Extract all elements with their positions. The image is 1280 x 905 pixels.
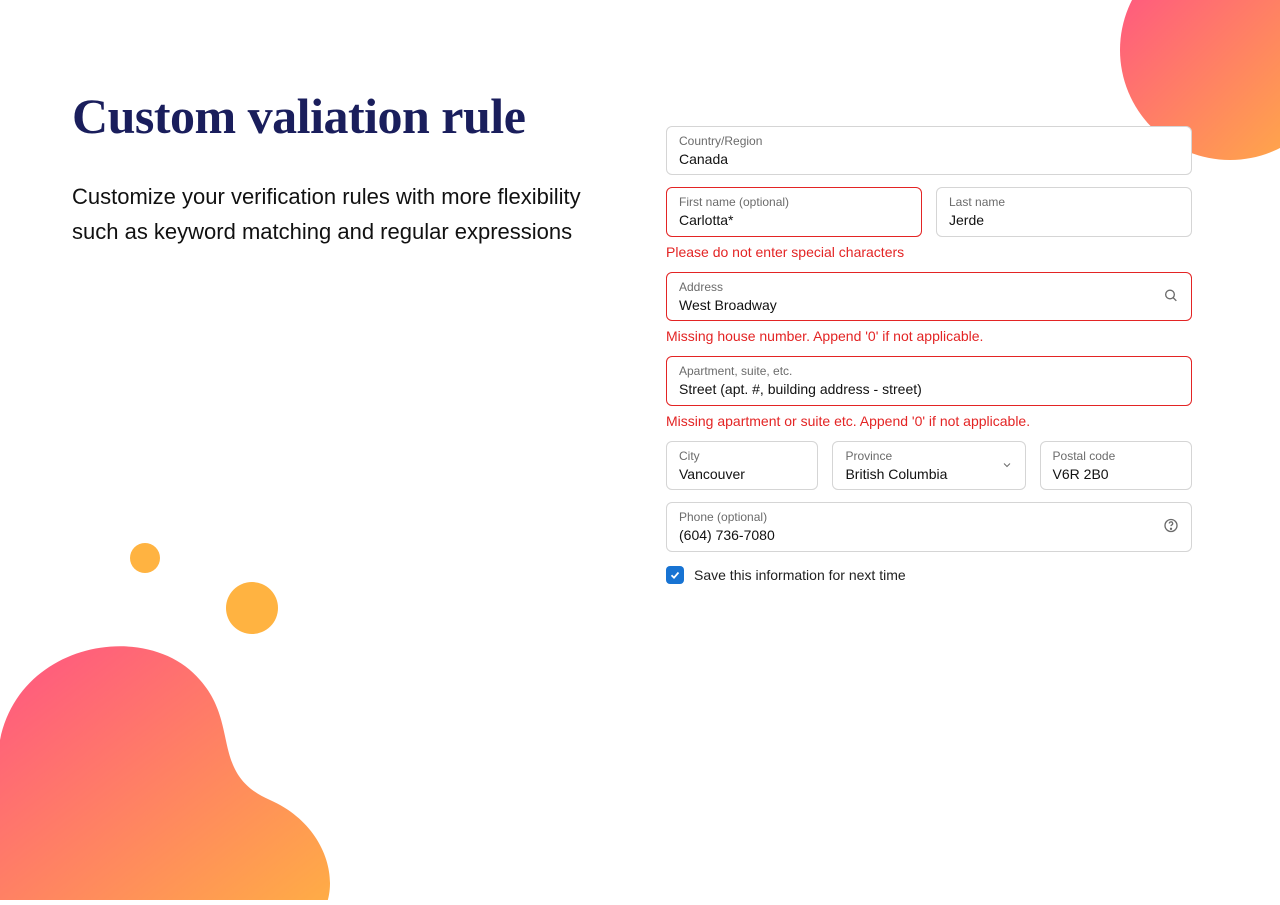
save-info-label: Save this information for next time [694,567,906,583]
country-label: Country/Region [679,134,1179,150]
phone-value: (604) 736-7080 [679,526,1151,545]
apartment-value: Street (apt. #, building address - stree… [679,380,1179,399]
province-field[interactable]: Province British Columbia [832,441,1025,490]
save-info-row[interactable]: Save this information for next time [666,566,1192,584]
city-label: City [679,449,805,465]
decorative-blob-bottom-left [0,520,400,900]
last-name-label: Last name [949,195,1179,211]
address-field[interactable]: Address West Broadway [666,272,1192,321]
address-error: Missing house number. Append '0' if not … [666,328,1192,344]
city-field[interactable]: City Vancouver [666,441,818,490]
first-name-label: First name (optional) [679,195,909,211]
apartment-field[interactable]: Apartment, suite, etc. Street (apt. #, b… [666,356,1192,405]
save-info-checkbox[interactable] [666,566,684,584]
apartment-label: Apartment, suite, etc. [679,364,1179,380]
search-icon[interactable] [1163,287,1179,306]
city-value: Vancouver [679,465,805,484]
page-title: Custom valiation rule [72,90,592,143]
first-name-error: Please do not enter special characters [666,244,1192,260]
first-name-value: Carlotta* [679,211,909,230]
phone-label: Phone (optional) [679,510,1151,526]
postal-code-label: Postal code [1053,449,1179,465]
postal-code-field[interactable]: Postal code V6R 2B0 [1040,441,1192,490]
chevron-down-icon [1001,458,1013,474]
postal-code-value: V6R 2B0 [1053,465,1179,484]
checkout-address-form: Country/Region Canada First name (option… [666,126,1192,584]
apartment-error: Missing apartment or suite etc. Append '… [666,413,1192,429]
address-label: Address [679,280,1151,296]
hero-copy: Custom valiation rule Customize your ver… [72,90,592,249]
last-name-field[interactable]: Last name Jerde [936,187,1192,236]
address-value: West Broadway [679,296,1151,315]
help-icon[interactable] [1163,518,1179,537]
first-name-field[interactable]: First name (optional) Carlotta* [666,187,922,236]
country-value: Canada [679,150,1179,169]
country-field[interactable]: Country/Region Canada [666,126,1192,175]
phone-field[interactable]: Phone (optional) (604) 736-7080 [666,502,1192,551]
page-subtitle: Customize your verification rules with m… [72,179,592,249]
province-label: Province [845,449,984,465]
last-name-value: Jerde [949,211,1179,230]
province-value: British Columbia [845,465,984,484]
